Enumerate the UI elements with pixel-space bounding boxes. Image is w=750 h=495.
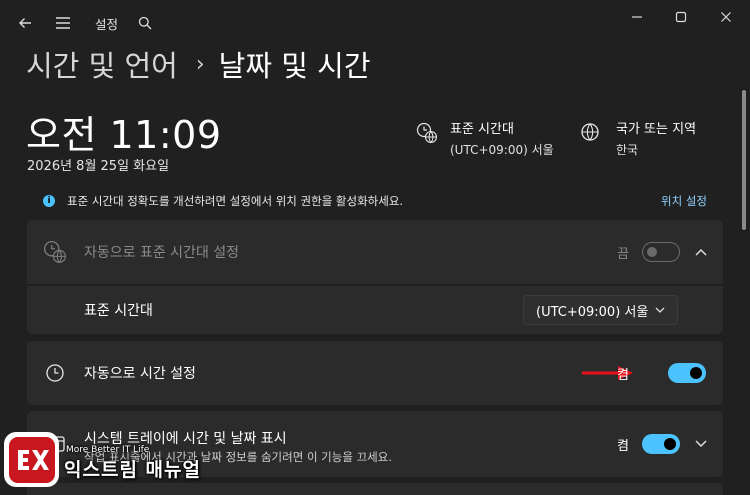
systray-state: 켬 (617, 438, 629, 454)
breadcrumb-current: 날짜 및 시간 (218, 49, 371, 83)
minimize-button[interactable] (614, 0, 660, 34)
current-date: 2026년 8월 25일 화요일 (27, 159, 170, 174)
auto-time-card: 자동으로 시간 설정 켬 (27, 341, 723, 405)
app-title: 설정 (95, 17, 119, 32)
watermark-tagline: More Better IT Life (66, 445, 150, 455)
region-info-value: 한국 (616, 143, 639, 157)
collapse-button[interactable] (687, 238, 715, 266)
auto-time-toggle[interactable] (668, 363, 706, 383)
timezone-info: 표준 시간대 (UTC+09:00) 서울 (416, 118, 554, 158)
timezone-row-label: 표준 시간대 (84, 303, 153, 319)
timezone-info-label: 표준 시간대 (450, 122, 514, 137)
timezone-info-value: (UTC+09:00) 서울 (450, 143, 554, 157)
region-info-label: 국가 또는 지역 (616, 122, 697, 137)
chevron-down-icon (695, 440, 707, 447)
back-button[interactable] (8, 6, 42, 40)
info-icon: i (43, 195, 55, 207)
watermark-brand: 익스트림 매뉴얼 (64, 459, 201, 481)
auto-timezone-toggle[interactable] (642, 242, 680, 262)
breadcrumb-separator: › (195, 51, 205, 77)
maximize-button[interactable] (658, 0, 704, 34)
auto-timezone-state: 끔 (617, 246, 629, 262)
clock-icon (46, 364, 64, 382)
breadcrumb: 시간 및 언어 › 날짜 및 시간 (26, 40, 371, 88)
location-settings-link[interactable]: 위치 설정 (661, 188, 707, 214)
timezone-globe-icon (416, 122, 438, 144)
location-notice: i 표준 시간대 정확도를 개선하려면 설정에서 위치 권한을 활성화하세요. (27, 188, 723, 214)
search-icon (138, 16, 152, 30)
maximize-icon (675, 11, 687, 23)
hamburger-menu-icon (56, 17, 70, 29)
timezone-dropdown-value: (UTC+09:00) 서울 (536, 304, 649, 320)
timezone-row: 표준 시간대 (UTC+09:00) 서울 (27, 286, 723, 334)
close-icon (721, 12, 731, 22)
chevron-down-icon (655, 307, 665, 313)
auto-timezone-card[interactable]: 자동으로 표준 시간대 설정 끔 (27, 220, 723, 284)
current-time: 오전 11:09 (26, 113, 222, 157)
search-button[interactable] (130, 6, 160, 40)
auto-timezone-label: 자동으로 표준 시간대 설정 (84, 245, 240, 261)
watermark-logo (4, 432, 59, 487)
back-arrow-icon (19, 18, 31, 28)
timezone-dropdown[interactable]: (UTC+09:00) 서울 (523, 295, 678, 325)
scrollbar-thumb[interactable] (742, 90, 746, 230)
menu-button[interactable] (46, 6, 80, 40)
auto-time-state: 켬 (617, 367, 629, 383)
region-info: 국가 또는 지역 한국 (580, 118, 696, 158)
minimize-icon (632, 16, 642, 18)
ex-logo-icon (17, 449, 49, 470)
timezone-globe-icon (43, 240, 66, 263)
chevron-up-icon (695, 249, 707, 256)
auto-time-label: 자동으로 시간 설정 (84, 366, 196, 382)
notice-text: 표준 시간대 정확도를 개선하려면 설정에서 위치 권한을 활성화하세요. (67, 194, 404, 208)
close-button[interactable] (703, 0, 749, 34)
systray-toggle[interactable] (642, 434, 680, 454)
watermark: More Better IT Life 익스트림 매뉴얼 (0, 428, 250, 495)
globe-icon (581, 123, 599, 141)
breadcrumb-parent[interactable]: 시간 및 언어 (26, 43, 178, 85)
expand-button[interactable] (687, 430, 715, 458)
